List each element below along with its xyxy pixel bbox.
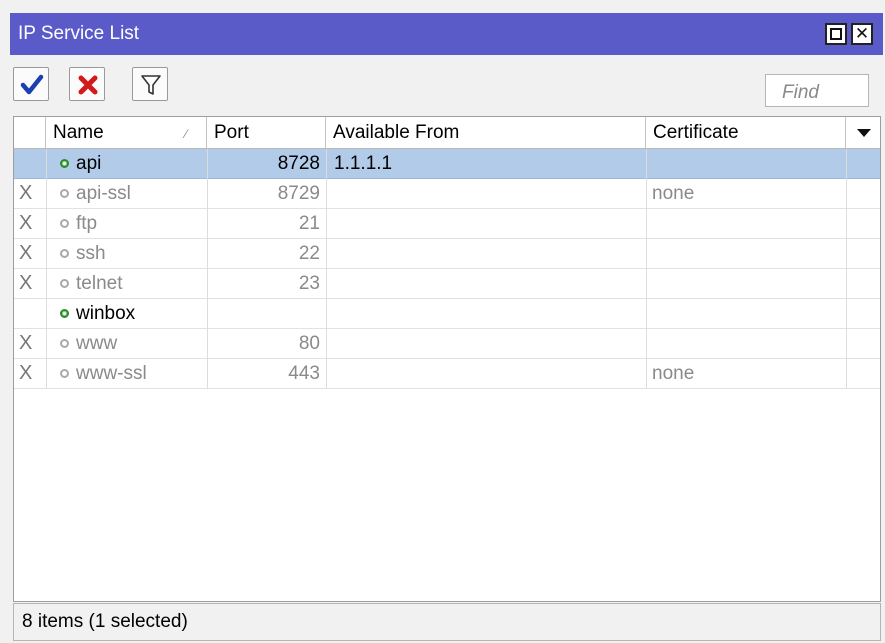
service-port: 22 — [298, 243, 320, 264]
service-port: 8729 — [277, 183, 320, 204]
table-row[interactable]: Xtelnet 23 — [14, 269, 880, 299]
service-port: 80 — [298, 333, 320, 354]
status-dot-icon — [60, 279, 69, 288]
service-name: www-ssl — [76, 363, 147, 384]
service-name: www — [76, 333, 118, 354]
name-column-header[interactable]: Name — [46, 117, 207, 148]
enable-button[interactable] — [13, 67, 49, 101]
name-column-label: Name — [53, 122, 104, 143]
service-table: Name ⁄ Port Available From Certificate a… — [13, 116, 881, 602]
certificate-column-label: Certificate — [653, 122, 739, 143]
title-bar[interactable]: IP Service List ✕ — [10, 13, 883, 55]
disable-button[interactable] — [69, 67, 105, 101]
funnel-icon — [141, 75, 161, 95]
service-name: ftp — [76, 213, 98, 234]
available-from-column-label: Available From — [333, 122, 460, 143]
service-name: ssh — [76, 243, 106, 264]
service-name: api — [76, 153, 102, 174]
column-divider — [46, 149, 47, 389]
disabled-flag: X — [19, 272, 33, 294]
status-dot-icon — [60, 189, 69, 198]
table-row[interactable]: Xapi-ssl 8729 none — [14, 179, 880, 209]
column-divider — [207, 149, 208, 389]
table-row[interactable]: Xssh 22 — [14, 239, 880, 269]
table-header: Name ⁄ Port Available From Certificate — [14, 117, 880, 149]
disabled-flag: X — [19, 242, 33, 264]
x-icon — [78, 75, 98, 95]
flag-column-header[interactable] — [14, 117, 46, 148]
window-title: IP Service List — [18, 23, 140, 44]
toolbar — [10, 55, 883, 113]
status-dot-icon — [60, 159, 69, 168]
find-input[interactable] — [765, 74, 869, 107]
status-dot-icon — [60, 339, 69, 348]
service-port: 21 — [298, 213, 320, 234]
service-name: api-ssl — [76, 183, 131, 204]
close-icon: ✕ — [854, 24, 870, 43]
service-certificate: none — [652, 363, 695, 384]
service-name: telnet — [76, 273, 123, 294]
column-divider — [326, 149, 327, 389]
service-name: winbox — [76, 303, 136, 324]
available-from-column-header[interactable]: Available From — [326, 117, 646, 148]
table-row[interactable]: Xftp 21 — [14, 209, 880, 239]
restore-button[interactable] — [825, 23, 847, 45]
status-bar: 8 items (1 selected) — [13, 603, 881, 641]
column-divider — [646, 149, 647, 389]
status-dot-icon — [60, 249, 69, 258]
table-row[interactable]: Xwww-ssl 443 none — [14, 359, 880, 389]
close-button[interactable]: ✕ — [851, 23, 873, 45]
column-menu-button[interactable] — [846, 117, 880, 148]
service-port: 443 — [288, 363, 320, 384]
status-dot-icon — [60, 369, 69, 378]
chevron-down-icon — [857, 129, 871, 137]
disabled-flag: X — [19, 332, 33, 354]
service-available-from: 1.1.1.1 — [334, 153, 393, 174]
status-dot-icon — [60, 309, 69, 318]
restore-icon — [830, 28, 842, 40]
disabled-flag: X — [19, 362, 33, 384]
status-dot-icon — [60, 219, 69, 228]
table-row[interactable]: winbox — [14, 299, 880, 329]
service-port: 8728 — [277, 153, 320, 174]
item-count-status: 8 items (1 selected) — [22, 611, 188, 632]
service-certificate: none — [652, 183, 695, 204]
certificate-column-header[interactable]: Certificate — [646, 117, 846, 148]
check-icon — [20, 74, 44, 95]
disabled-flag: X — [19, 212, 33, 234]
filter-button[interactable] — [132, 67, 168, 101]
service-port: 23 — [298, 273, 320, 294]
table-row[interactable]: Xwww 80 — [14, 329, 880, 359]
port-column-label: Port — [214, 122, 249, 143]
sort-ascending-icon: ⁄ — [185, 127, 188, 141]
ip-service-list-window: IP Service List ✕ Name ⁄ — [0, 0, 885, 643]
table-row[interactable]: api 8728 1.1.1.1 — [14, 149, 880, 179]
disabled-flag: X — [19, 182, 33, 204]
column-divider — [846, 149, 847, 389]
port-column-header[interactable]: Port — [207, 117, 326, 148]
